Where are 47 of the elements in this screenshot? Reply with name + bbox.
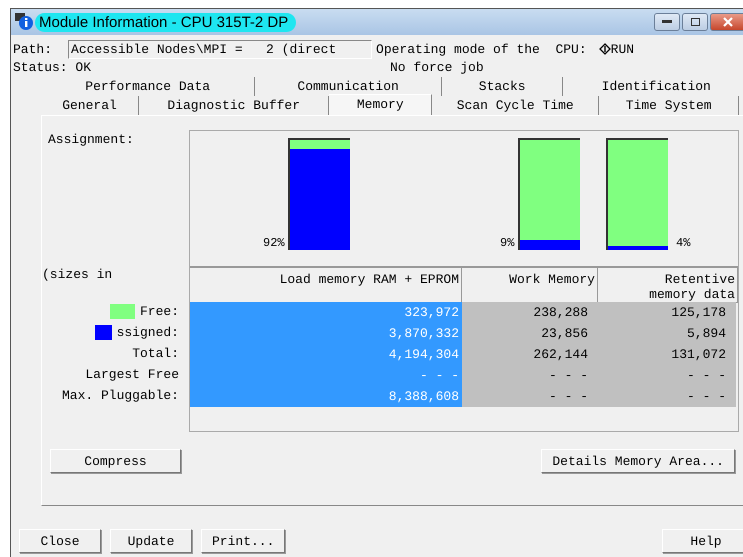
operating-mode-value: RUN xyxy=(610,42,634,56)
close-button[interactable] xyxy=(710,13,743,31)
maximize-button[interactable] xyxy=(682,13,708,31)
force-job-text: No force job xyxy=(390,60,484,74)
path-field[interactable]: Accessible Nodes\MPI = 2 (direct xyxy=(68,40,372,58)
window-title: Module Information - CPU 315T-2 DP xyxy=(35,12,296,32)
table-cell: 3,870,332 xyxy=(190,323,462,344)
table-cell: 131,072 xyxy=(598,344,736,365)
table-cell: 8,388,608 xyxy=(190,386,462,407)
table-cell: 5,894 xyxy=(598,323,736,344)
table-cell: 262,144 xyxy=(462,344,598,365)
row-label: ssigned: xyxy=(116,325,179,340)
assignment-label: Assignment: xyxy=(47,132,135,149)
maximize-icon xyxy=(690,18,700,26)
table-cell: 23,856 xyxy=(462,323,598,344)
table-cell: - - - xyxy=(598,365,736,386)
table-cell: - - - xyxy=(462,386,598,407)
status-text: Status: OK xyxy=(13,60,92,74)
percent-label: 4% xyxy=(676,236,690,250)
footer-button[interactable]: Print... xyxy=(201,529,286,553)
minimize-icon xyxy=(662,20,672,24)
tab[interactable]: Memory xyxy=(329,94,432,115)
minimize-button[interactable] xyxy=(654,13,680,31)
table-cell: - - - xyxy=(598,386,736,407)
row-label: Free: xyxy=(140,304,179,319)
details-memory-area-button[interactable]: Details Memory Area... xyxy=(541,449,735,473)
table-cell: 125,178 xyxy=(598,302,736,323)
table-cell: - - - xyxy=(190,365,462,386)
help-button[interactable]: Help xyxy=(662,529,743,553)
path-label: Path: xyxy=(13,42,52,56)
run-diamond-icon xyxy=(598,43,611,55)
info-icon xyxy=(15,13,33,31)
compress-button[interactable]: Compress xyxy=(50,449,181,473)
table-cell: 323,972 xyxy=(190,302,462,323)
row-label: Total: xyxy=(132,346,179,361)
footer-button[interactable]: Update xyxy=(110,529,192,553)
sizes-label: (sizes in xyxy=(42,267,114,284)
table-cell: 238,288 xyxy=(462,302,598,323)
table-cell: 4,194,304 xyxy=(190,344,462,365)
percent-label: 9% xyxy=(500,236,514,250)
table-cell: - - - xyxy=(462,365,598,386)
operating-mode-label: Operating mode of the CPU: xyxy=(376,42,587,56)
percent-label: 92% xyxy=(263,236,285,250)
row-label: Max. Pluggable: xyxy=(62,388,179,403)
row-label: Largest Free xyxy=(85,367,179,382)
close-icon xyxy=(723,17,733,27)
footer-button[interactable]: Close xyxy=(19,529,101,553)
